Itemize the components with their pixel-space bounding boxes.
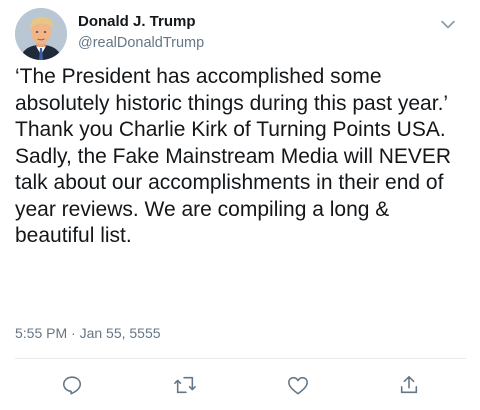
divider xyxy=(15,358,466,359)
action-bar xyxy=(0,368,480,402)
display-name[interactable]: Donald J. Trump xyxy=(78,13,196,30)
share-icon xyxy=(400,375,418,394)
tweet-text: ‘The President has accomplished some abs… xyxy=(15,65,457,247)
avatar[interactable] xyxy=(15,8,67,60)
retweet-button[interactable] xyxy=(172,372,198,398)
reply-icon xyxy=(62,376,82,395)
retweet-icon xyxy=(174,376,196,394)
tweet-menu-button[interactable] xyxy=(436,12,460,36)
heart-icon xyxy=(288,376,308,395)
user-handle[interactable]: @realDonaldTrump xyxy=(78,35,204,51)
like-button[interactable] xyxy=(285,372,311,398)
chevron-down-icon xyxy=(441,20,455,28)
share-button[interactable] xyxy=(396,372,422,398)
tweet-card: Donald J. Trump @realDonaldTrump ‘The Pr… xyxy=(0,0,480,410)
tweet-timestamp[interactable]: 5:55 PM · Jan 55, 5555 xyxy=(15,325,161,341)
profile-photo-icon xyxy=(15,8,67,60)
reply-button[interactable] xyxy=(59,372,85,398)
